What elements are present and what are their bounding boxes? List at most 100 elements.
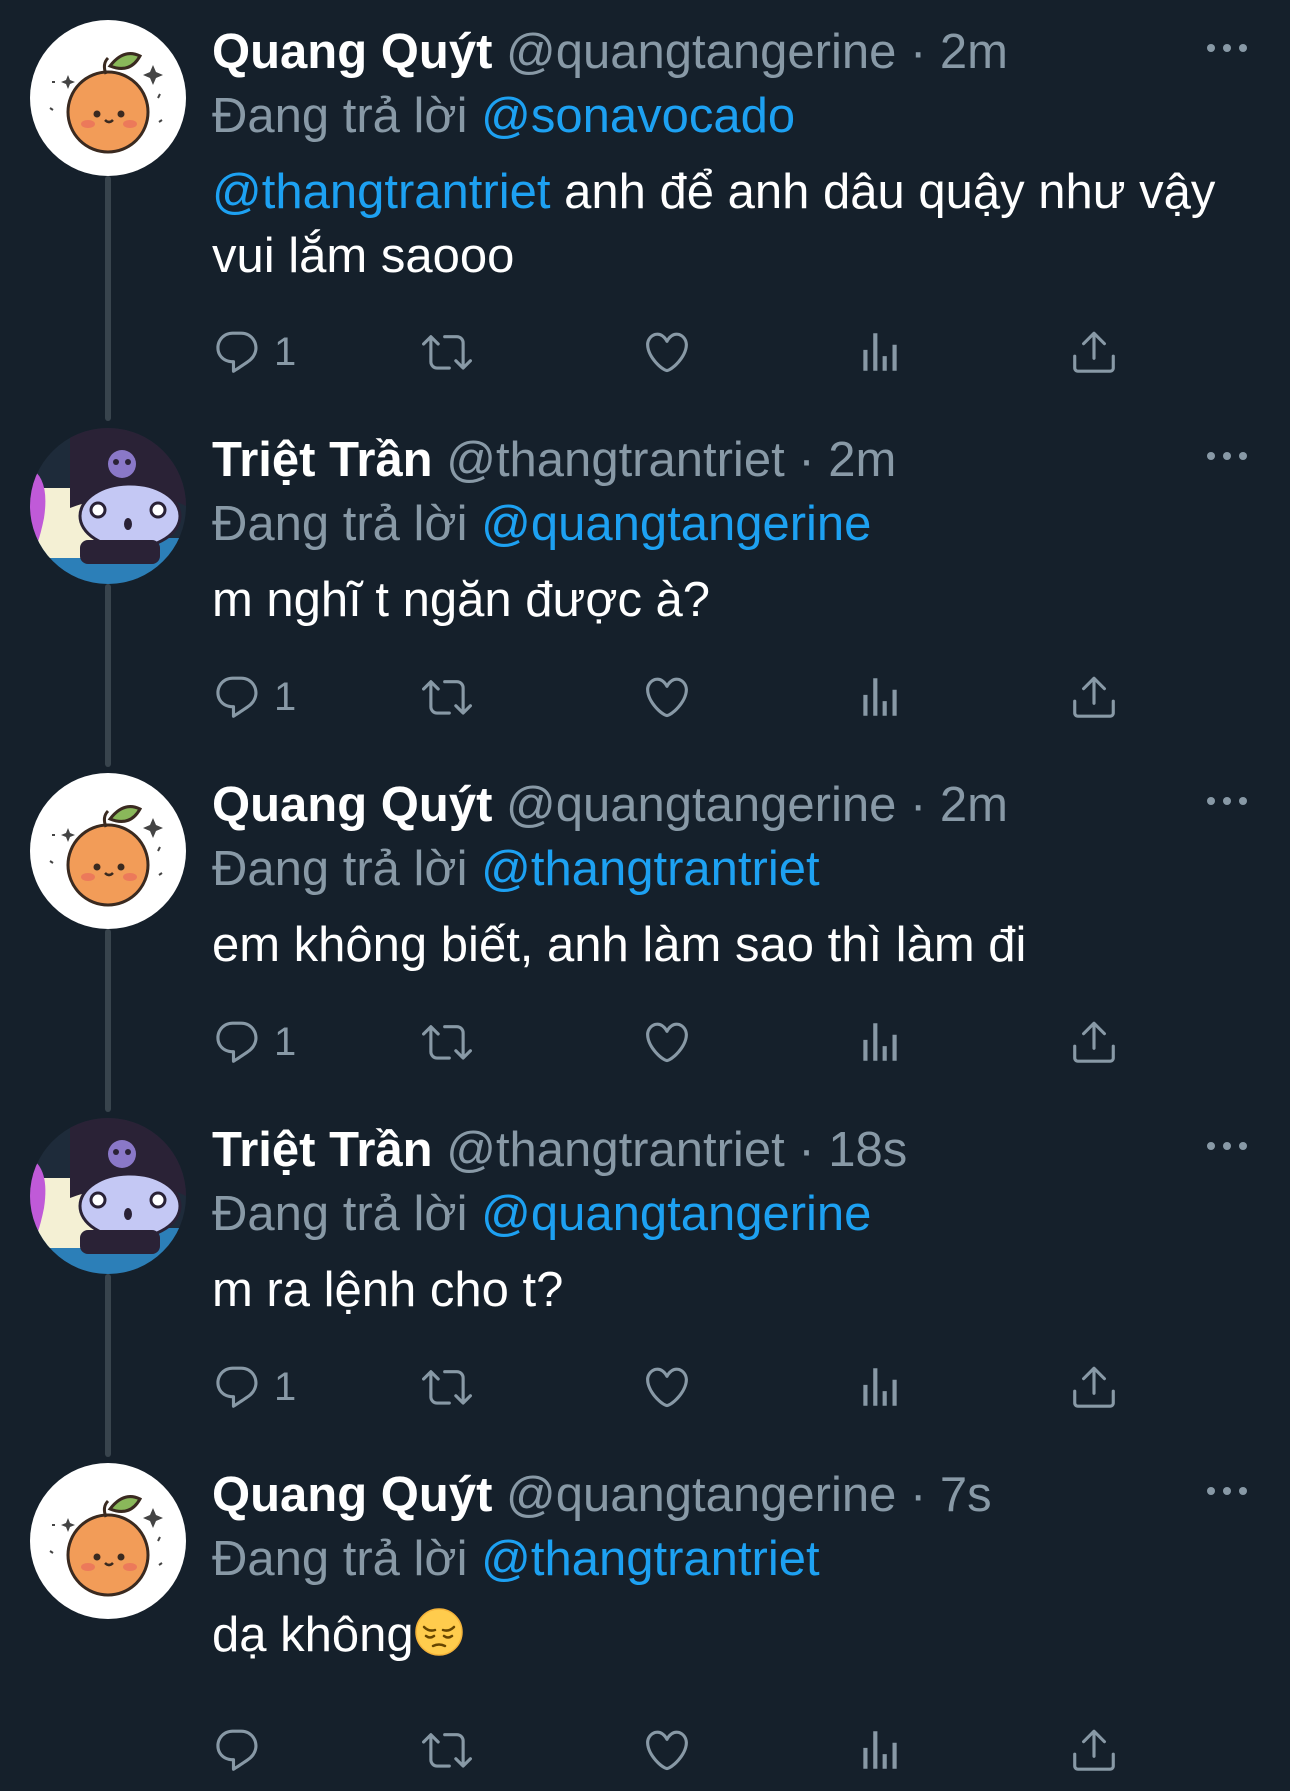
- analytics-icon: [855, 1362, 905, 1412]
- reply-button[interactable]: [212, 1720, 262, 1780]
- user-handle[interactable]: @quangtangerine: [506, 1468, 896, 1522]
- orange-avatar-icon[interactable]: [30, 773, 186, 929]
- tweet-text: m ra lệnh cho t?: [212, 1258, 1242, 1322]
- tweet-header: Quang Quýt @quangtangerine · 2m: [212, 20, 1008, 84]
- reply-icon: [212, 1017, 262, 1067]
- share-button[interactable]: [1069, 1720, 1119, 1780]
- more-options-icon[interactable]: [1207, 1126, 1247, 1166]
- reply-icon: [212, 672, 262, 722]
- display-name[interactable]: Quang Quýt: [212, 1468, 492, 1522]
- tweet-actions: [212, 1720, 1132, 1780]
- user-handle[interactable]: @thangtrantriet: [446, 1123, 784, 1177]
- retweet-button[interactable]: [422, 1357, 472, 1417]
- tweet-actions: 1: [212, 1357, 1132, 1417]
- analytics-button[interactable]: [855, 1357, 905, 1417]
- retweet-button[interactable]: [422, 322, 472, 382]
- share-icon: [1069, 1017, 1119, 1067]
- reply-button[interactable]: 1: [212, 1357, 296, 1417]
- retweet-icon: [422, 327, 472, 377]
- thread-line: [105, 929, 111, 1112]
- timestamp[interactable]: 18s: [828, 1123, 907, 1177]
- display-name[interactable]: Quang Quýt: [212, 778, 492, 832]
- reply-button[interactable]: 1: [212, 1012, 296, 1072]
- display-name[interactable]: Triệt Trần: [212, 433, 433, 487]
- analytics-button[interactable]: [855, 1720, 905, 1780]
- analytics-button[interactable]: [855, 667, 905, 727]
- heart-icon: [642, 1017, 692, 1067]
- share-icon: [1069, 1362, 1119, 1412]
- tweet-mention[interactable]: @thangtrantriet: [212, 165, 550, 219]
- share-button[interactable]: [1069, 322, 1119, 382]
- reply-count: 1: [274, 1364, 297, 1409]
- like-button[interactable]: [642, 1357, 692, 1417]
- replying-to-mention[interactable]: @thangtrantriet: [481, 842, 819, 896]
- like-button[interactable]: [642, 1720, 692, 1780]
- analytics-button[interactable]: [855, 1012, 905, 1072]
- tweet-text: dạ không: [212, 1603, 1242, 1667]
- replying-to: Đang trả lời @thangtrantriet: [212, 837, 820, 901]
- reply-button[interactable]: 1: [212, 667, 296, 727]
- share-button[interactable]: [1069, 1012, 1119, 1072]
- share-icon: [1069, 672, 1119, 722]
- retweet-icon: [422, 1725, 472, 1775]
- more-options-icon[interactable]: [1207, 1471, 1247, 1511]
- user-handle[interactable]: @quangtangerine: [506, 778, 896, 832]
- tweet-header: Quang Quýt @quangtangerine · 7s: [212, 1463, 992, 1527]
- orange-avatar-icon[interactable]: [30, 20, 186, 176]
- display-name[interactable]: Quang Quýt: [212, 25, 492, 79]
- tweet-body: m nghĩ t ngăn được à?: [212, 573, 711, 627]
- like-button[interactable]: [642, 1012, 692, 1072]
- timestamp[interactable]: 2m: [940, 25, 1008, 79]
- like-button[interactable]: [642, 322, 692, 382]
- reply-button[interactable]: 1: [212, 322, 296, 382]
- share-button[interactable]: [1069, 1357, 1119, 1417]
- heart-icon: [642, 327, 692, 377]
- orange-avatar-icon[interactable]: [30, 1463, 186, 1619]
- separator: ·: [798, 433, 815, 487]
- like-button[interactable]: [642, 667, 692, 727]
- tweet-header: Triệt Trần @thangtrantriet · 2m: [212, 428, 896, 492]
- tweet-text: @thangtrantriet anh để anh dâu quậy như …: [212, 160, 1242, 288]
- timestamp[interactable]: 2m: [940, 778, 1008, 832]
- user-handle[interactable]: @thangtrantriet: [446, 433, 784, 487]
- retweet-button[interactable]: [422, 667, 472, 727]
- retweet-icon: [422, 1017, 472, 1067]
- share-button[interactable]: [1069, 667, 1119, 727]
- kuromi-avatar-icon[interactable]: [30, 428, 186, 584]
- reply-icon: [212, 1362, 262, 1412]
- reply-count: 1: [274, 329, 297, 374]
- tweet-body: em không biết, anh làm sao thì làm đi: [212, 918, 1027, 972]
- tweet-body: dạ không: [212, 1608, 414, 1662]
- replying-to-label: Đang trả lời: [212, 89, 468, 143]
- timestamp[interactable]: 7s: [940, 1468, 992, 1522]
- display-name[interactable]: Triệt Trần: [212, 1123, 433, 1177]
- replying-to-mention[interactable]: @quangtangerine: [481, 1187, 871, 1241]
- replying-to-mention[interactable]: @quangtangerine: [481, 497, 871, 551]
- separator: ·: [798, 1123, 815, 1177]
- timestamp[interactable]: 2m: [828, 433, 896, 487]
- share-icon: [1069, 327, 1119, 377]
- reply-count: 1: [274, 674, 297, 719]
- kuromi-avatar-icon[interactable]: [30, 1118, 186, 1274]
- more-options-icon[interactable]: [1207, 28, 1247, 68]
- thread-line: [105, 1274, 111, 1457]
- analytics-button[interactable]: [855, 322, 905, 382]
- tweet-text: em không biết, anh làm sao thì làm đi: [212, 913, 1242, 977]
- replying-to: Đang trả lời @thangtrantriet: [212, 1527, 820, 1591]
- separator: ·: [909, 778, 927, 832]
- retweet-button[interactable]: [422, 1012, 472, 1072]
- analytics-icon: [855, 672, 905, 722]
- analytics-icon: [855, 1017, 905, 1067]
- separator: ·: [909, 25, 927, 79]
- user-handle[interactable]: @quangtangerine: [506, 25, 896, 79]
- tweet-body: m ra lệnh cho t?: [212, 1263, 564, 1317]
- analytics-icon: [855, 327, 905, 377]
- replying-to-mention[interactable]: @sonavocado: [481, 89, 795, 143]
- replying-to: Đang trả lời @sonavocado: [212, 84, 795, 148]
- more-options-icon[interactable]: [1207, 781, 1247, 821]
- more-options-icon[interactable]: [1207, 436, 1247, 476]
- retweet-button[interactable]: [422, 1720, 472, 1780]
- replying-to-mention[interactable]: @thangtrantriet: [481, 1532, 819, 1586]
- replying-to-label: Đang trả lời: [212, 497, 468, 551]
- analytics-icon: [855, 1725, 905, 1775]
